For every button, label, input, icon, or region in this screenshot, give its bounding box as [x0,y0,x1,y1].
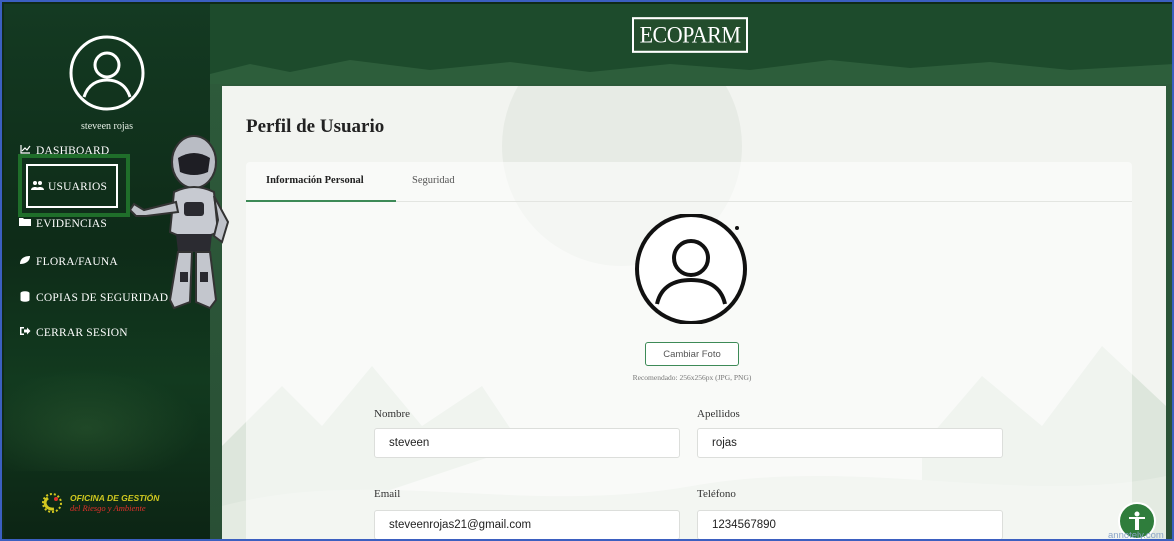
main-content: ECOPARM Perfil de Usuario Información Pe… [210,4,1172,539]
robot-pointer-illustration [128,132,234,320]
telefono-label: Teléfono [697,488,736,500]
sidebar-username: steveen rojas [81,121,133,132]
telefono-input[interactable]: 1234567890 [697,510,1003,539]
annotely-watermark: annotely.com [1108,530,1164,541]
active-tab-indicator [246,200,396,202]
oficina-gestion-logo: OFICINA DE GESTIÓN del Riesgo y Ambiente [38,490,159,516]
page-title: Perfil de Usuario [246,116,385,137]
brand-text: ECOPARM [631,17,749,53]
brand-logo[interactable]: ECOPARM [630,17,750,53]
users-icon [30,180,44,193]
email-input[interactable]: steveenrojas21@gmail.com [374,510,680,539]
tab-seguridad[interactable]: Seguridad [412,175,455,186]
sidebar-item-flora-fauna[interactable]: FLORA/FAUNA [18,255,118,268]
sidebar-item-label: FLORA/FAUNA [36,255,118,268]
app-window: steveen rojas DASHBOARD USUARIOS EVIDENC… [0,0,1174,541]
folder-icon [18,217,32,230]
sidebar-item-cerrar-sesion[interactable]: CERRAR SESION [18,326,128,339]
change-photo-button[interactable]: Cambiar Foto [645,342,739,366]
profile-tabs: Información Personal Seguridad [246,162,1132,202]
photo-hint: Recomendado: 256x256px (JPG, PNG) [632,373,752,382]
apellidos-input[interactable]: rojas [697,428,1003,458]
profile-card: Perfil de Usuario Información Personal S… [222,86,1166,539]
logo-line1: OFICINA DE GESTIÓN [70,493,160,503]
leaf-icon [18,255,32,268]
sidebar-item-label: EVIDENCIAS [36,217,107,230]
accessibility-icon [1129,511,1145,530]
nombre-input[interactable]: steveen [374,428,680,458]
sidebar-item-evidencias[interactable]: EVIDENCIAS [18,217,107,230]
logo-line2: del Riesgo y Ambiente [70,503,146,513]
database-icon [18,291,32,305]
logout-icon [18,326,32,339]
tab-informacion-personal[interactable]: Información Personal [266,175,364,186]
sidebar-item-label: USUARIOS [48,180,108,193]
sidebar-item-usuarios[interactable]: USUARIOS [30,180,107,193]
apellidos-label: Apellidos [697,408,740,420]
sidebar-item-label: CERRAR SESION [36,326,128,339]
logo-swirl-icon [42,493,62,513]
profile-photo-icon [627,213,757,325]
email-label: Email [374,488,401,500]
nombre-label: Nombre [374,408,411,420]
user-avatar-icon[interactable] [68,34,146,112]
